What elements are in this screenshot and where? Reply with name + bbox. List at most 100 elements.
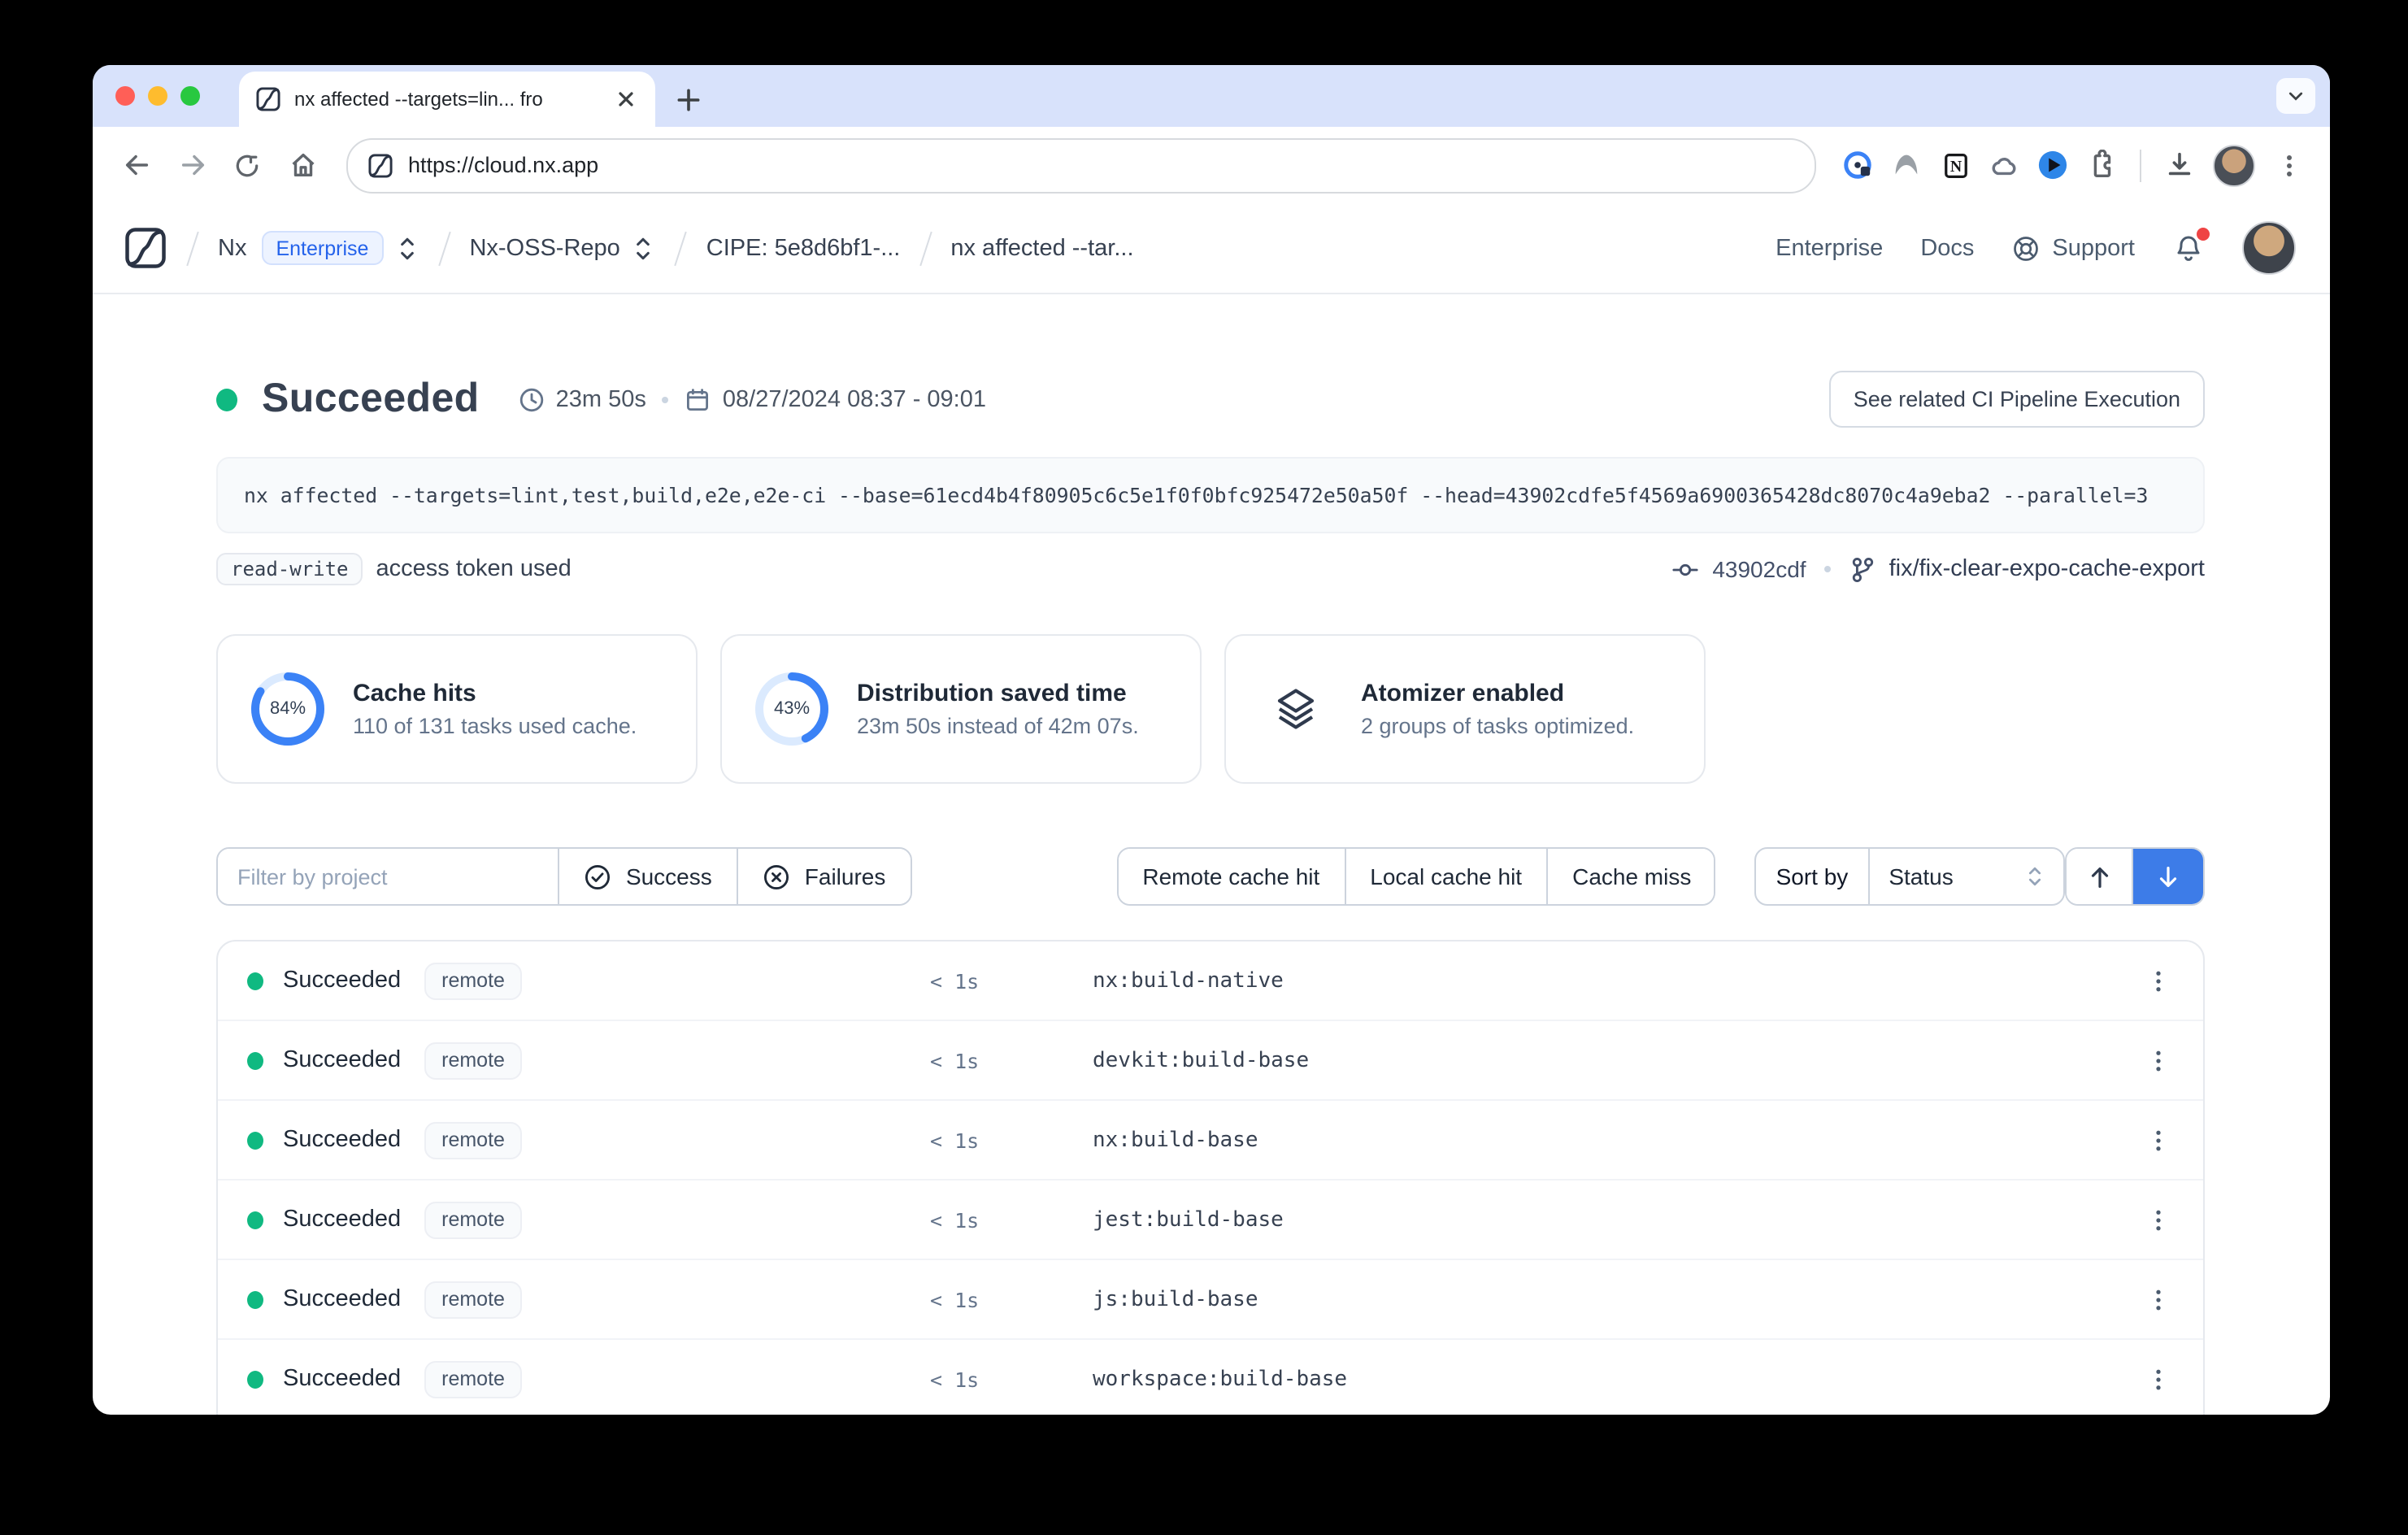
extensions-puzzle-icon[interactable] [2086, 150, 2117, 180]
reload-icon [233, 150, 262, 180]
token-row: read-write access token used 43902cdf fi… [216, 550, 2205, 589]
browser-tab[interactable]: nx affected --targets=lin... fro [239, 72, 655, 127]
row-task-name: nx:build-native [1093, 968, 2141, 993]
branch-icon [1849, 555, 1876, 583]
table-row[interactable]: Succeeded remote < 1s workspace:build-ba… [218, 1340, 2203, 1415]
status-dot-icon [216, 388, 237, 411]
cache-source-badge: remote [424, 1281, 523, 1318]
arc-extension-icon[interactable] [1891, 150, 1922, 180]
kebab-icon [2145, 1128, 2170, 1152]
status-dot-icon [247, 1290, 263, 1308]
remote-cache-hit-button[interactable]: Remote cache hit [1118, 849, 1344, 904]
commit-hash[interactable]: 43902cdf [1712, 556, 1806, 582]
tab-title: nx affected --targets=lin... fro [294, 88, 600, 111]
row-menu-button[interactable] [2141, 1041, 2174, 1080]
local-cache-hit-button[interactable]: Local cache hit [1344, 849, 1546, 904]
row-duration: < 1s [930, 1128, 1093, 1152]
row-task-name: jest:build-base [1093, 1207, 2141, 1232]
status-dot-icon [247, 1051, 263, 1069]
back-button[interactable] [112, 141, 161, 189]
url-text: https://cloud.nx.app [408, 153, 598, 177]
breadcrumb-run[interactable]: nx affected --tar... [950, 235, 1133, 261]
org-switcher-icon[interactable] [394, 233, 419, 263]
row-task-name: js:build-base [1093, 1287, 2141, 1311]
card-subtitle: 2 groups of tasks optimized. [1361, 714, 1634, 738]
reload-button[interactable] [223, 141, 272, 189]
see-related-cipe-button[interactable]: See related CI Pipeline Execution [1829, 371, 2205, 428]
row-task-name: workspace:build-base [1093, 1367, 2141, 1391]
row-menu-button[interactable] [2141, 1120, 2174, 1159]
nx-logo-icon[interactable] [124, 226, 167, 270]
table-row[interactable]: Succeeded remote < 1s devkit:build-base [218, 1021, 2203, 1101]
tab-close-icon[interactable] [613, 86, 639, 112]
breadcrumb-separator [186, 231, 198, 265]
enterprise-badge: Enterprise [261, 231, 383, 265]
row-status-label: Succeeded [283, 1127, 401, 1153]
filter-success-button[interactable]: Success [558, 849, 737, 904]
close-window-button[interactable] [115, 86, 135, 106]
row-menu-button[interactable] [2141, 961, 2174, 1000]
table-row[interactable]: Succeeded remote < 1s nx:build-native [218, 941, 2203, 1021]
cache-source-badge: remote [424, 1360, 523, 1398]
extensions-row: N [1836, 144, 2310, 186]
cloud-extension-icon[interactable] [1989, 150, 2019, 180]
stat-cards: 84% Cache hits 110 of 131 tasks used cac… [216, 634, 2205, 784]
url-bar[interactable]: https://cloud.nx.app [346, 137, 1816, 193]
table-row[interactable]: Succeeded remote < 1s js:build-base [218, 1260, 2203, 1340]
cache-source-badge: remote [424, 1041, 523, 1079]
row-status-cell: Succeeded remote [247, 1360, 930, 1398]
notion-extension-icon[interactable]: N [1940, 150, 1971, 180]
atomizer-card: Atomizer enabled 2 groups of tasks optim… [1224, 634, 1706, 784]
row-menu-button[interactable] [2141, 1359, 2174, 1398]
forward-button[interactable] [167, 141, 216, 189]
nav-docs-link[interactable]: Docs [1920, 235, 1974, 261]
breadcrumb-org[interactable]: Nx [218, 235, 246, 261]
breadcrumb-separator [675, 231, 687, 265]
kebab-icon [2145, 968, 2170, 993]
notifications-button[interactable] [2172, 232, 2205, 264]
browser-profile-avatar[interactable] [2213, 144, 2255, 186]
site-nx-icon [367, 152, 393, 178]
filter-project-input[interactable] [218, 849, 558, 904]
sort-ascending-button[interactable] [2067, 849, 2132, 904]
home-button[interactable] [278, 141, 327, 189]
table-row[interactable]: Succeeded remote < 1s jest:build-base [218, 1181, 2203, 1260]
notification-dot [2197, 227, 2210, 240]
cache-miss-button[interactable]: Cache miss [1546, 849, 1715, 904]
row-status-cell: Succeeded remote [247, 1121, 930, 1159]
downloads-button[interactable] [2164, 150, 2195, 180]
breadcrumb-separator [919, 231, 932, 265]
card-subtitle: 110 of 131 tasks used cache. [353, 714, 637, 738]
breadcrumb-cipe[interactable]: CIPE: 5e8d6bf1-... [706, 235, 901, 261]
row-duration: < 1s [930, 1287, 1093, 1311]
branch-name[interactable]: fix/fix-clear-expo-cache-export [1889, 556, 2205, 582]
sort-selected-value: Status [1889, 863, 1953, 889]
browser-menu-button[interactable] [2273, 150, 2304, 180]
play-extension-icon[interactable] [2037, 150, 2068, 180]
breadcrumb-repo[interactable]: Nx-OSS-Repo [469, 235, 619, 261]
nav-enterprise-link[interactable]: Enterprise [1776, 235, 1883, 261]
sort-descending-button[interactable] [2132, 849, 2203, 904]
password-manager-extension-icon[interactable] [1842, 150, 1873, 180]
row-menu-button[interactable] [2141, 1280, 2174, 1319]
filter-failures-label: Failures [805, 863, 886, 889]
tabstrip-chevron-button[interactable] [2276, 78, 2315, 114]
table-row[interactable]: Succeeded remote < 1s nx:build-base [218, 1101, 2203, 1181]
back-arrow-icon [121, 150, 152, 180]
cache-hits-text: Cache hits 110 of 131 tasks used cache. [353, 680, 637, 738]
minimize-window-button[interactable] [148, 86, 167, 106]
sort-select[interactable]: Status [1867, 849, 2064, 904]
row-menu-button[interactable] [2141, 1200, 2174, 1239]
repo-switcher-icon[interactable] [632, 233, 656, 263]
main-content: Succeeded 23m 50s 08/27/2024 08:37 - 09:… [93, 371, 2330, 1415]
user-avatar[interactable] [2242, 221, 2296, 275]
run-duration: 23m 50s [519, 386, 646, 412]
card-title: Distribution saved time [857, 680, 1139, 707]
filter-failures-button[interactable]: Failures [737, 849, 911, 904]
zoom-window-button[interactable] [180, 86, 200, 106]
task-table: Succeeded remote < 1s nx:build-native [216, 940, 2205, 1415]
sort-by-label: Sort by [1757, 849, 1868, 904]
nav-support-link[interactable]: Support [2011, 233, 2135, 263]
new-tab-button[interactable] [675, 86, 702, 114]
row-task-name: nx:build-base [1093, 1128, 2141, 1152]
